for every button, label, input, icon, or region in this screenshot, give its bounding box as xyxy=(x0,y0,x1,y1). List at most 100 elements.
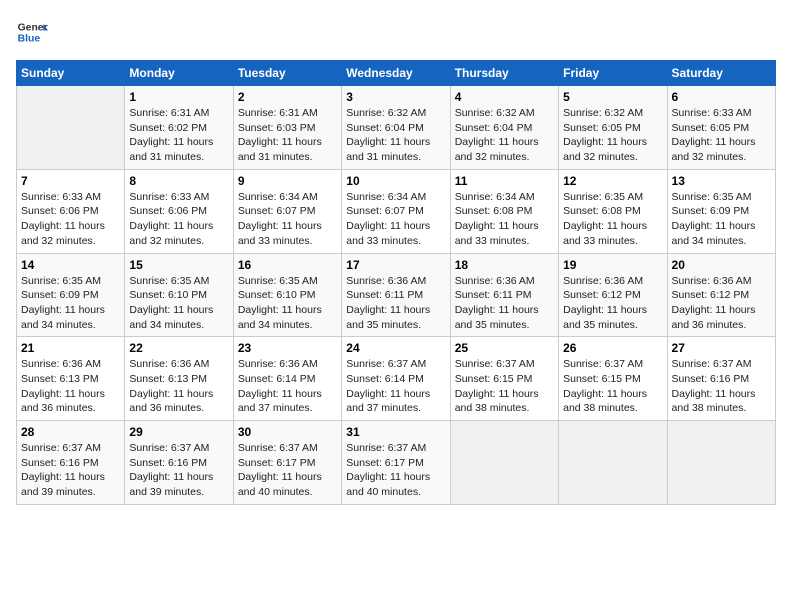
day-number: 9 xyxy=(238,174,337,188)
day-detail: Sunrise: 6:35 AM Sunset: 6:10 PM Dayligh… xyxy=(129,274,228,333)
calendar-cell: 25Sunrise: 6:37 AM Sunset: 6:15 PM Dayli… xyxy=(450,337,558,421)
calendar-cell: 26 Sunrise: 6:37 AM Sunset: 6:15 PM Dayli… xyxy=(559,337,667,421)
day-detail: Sunrise: 6:31 AM Sunset: 6:03 PM Dayligh… xyxy=(238,106,337,165)
day-detail: Sunrise: 6:36 AM Sunset: 6:13 PM Dayligh… xyxy=(129,357,228,416)
day-detail: Sunrise: 6:36 AM Sunset: 6:13 PM Dayligh… xyxy=(21,357,120,416)
day-number: 10 xyxy=(346,174,445,188)
day-number: 6 xyxy=(672,90,771,104)
day-detail: Sunrise: 6:34 AM Sunset: 6:07 PM Dayligh… xyxy=(238,190,337,249)
calendar-cell xyxy=(450,421,558,505)
calendar-cell: 6 Sunrise: 6:33 AM Sunset: 6:05 PM Daylig… xyxy=(667,86,775,170)
day-detail: Sunrise: 6:33 AM Sunset: 6:05 PM Dayligh… xyxy=(672,106,771,165)
day-number: 7 xyxy=(21,174,120,188)
calendar-cell: 3 Sunrise: 6:32 AM Sunset: 6:04 PM Daylig… xyxy=(342,86,450,170)
day-detail: Sunrise: 6:32 AM Sunset: 6:05 PM Dayligh… xyxy=(563,106,662,165)
day-number: 13 xyxy=(672,174,771,188)
day-number: 15 xyxy=(129,258,228,272)
calendar-week-4: 21Sunrise: 6:36 AM Sunset: 6:13 PM Dayli… xyxy=(17,337,776,421)
calendar-cell: 17 Sunrise: 6:36 AM Sunset: 6:11 PM Dayli… xyxy=(342,253,450,337)
calendar-week-1: 1 Sunrise: 6:31 AM Sunset: 6:02 PM Daylig… xyxy=(17,86,776,170)
day-detail: Sunrise: 6:34 AM Sunset: 6:08 PM Dayligh… xyxy=(455,190,554,249)
day-detail: Sunrise: 6:33 AM Sunset: 6:06 PM Dayligh… xyxy=(21,190,120,249)
calendar-cell: 18Sunrise: 6:36 AM Sunset: 6:11 PM Dayli… xyxy=(450,253,558,337)
day-number: 16 xyxy=(238,258,337,272)
day-detail: Sunrise: 6:31 AM Sunset: 6:02 PM Dayligh… xyxy=(129,106,228,165)
calendar-cell xyxy=(667,421,775,505)
day-number: 28 xyxy=(21,425,120,439)
day-detail: Sunrise: 6:37 AM Sunset: 6:16 PM Dayligh… xyxy=(21,441,120,500)
day-detail: Sunrise: 6:37 AM Sunset: 6:16 PM Dayligh… xyxy=(672,357,771,416)
col-header-thursday: Thursday xyxy=(450,61,558,86)
day-number: 20 xyxy=(672,258,771,272)
calendar-cell: 1 Sunrise: 6:31 AM Sunset: 6:02 PM Daylig… xyxy=(125,86,233,170)
logo-icon: General Blue xyxy=(16,16,48,48)
svg-text:Blue: Blue xyxy=(18,34,41,45)
day-detail: Sunrise: 6:32 AM Sunset: 6:04 PM Dayligh… xyxy=(346,106,445,165)
day-number: 2 xyxy=(238,90,337,104)
calendar-cell: 19 Sunrise: 6:36 AM Sunset: 6:12 PM Dayli… xyxy=(559,253,667,337)
day-number: 3 xyxy=(346,90,445,104)
day-detail: Sunrise: 6:37 AM Sunset: 6:15 PM Dayligh… xyxy=(563,357,662,416)
col-header-friday: Friday xyxy=(559,61,667,86)
day-number: 11 xyxy=(455,174,554,188)
calendar-cell: 20 Sunrise: 6:36 AM Sunset: 6:12 PM Dayli… xyxy=(667,253,775,337)
calendar-cell: 15 Sunrise: 6:35 AM Sunset: 6:10 PM Dayli… xyxy=(125,253,233,337)
calendar-cell: 28 Sunrise: 6:37 AM Sunset: 6:16 PM Dayli… xyxy=(17,421,125,505)
day-number: 31 xyxy=(346,425,445,439)
day-number: 29 xyxy=(129,425,228,439)
day-detail: Sunrise: 6:36 AM Sunset: 6:12 PM Dayligh… xyxy=(563,274,662,333)
calendar-cell: 22Sunrise: 6:36 AM Sunset: 6:13 PM Dayli… xyxy=(125,337,233,421)
day-number: 14 xyxy=(21,258,120,272)
calendar-cell: 23 Sunrise: 6:36 AM Sunset: 6:14 PM Dayli… xyxy=(233,337,341,421)
day-detail: Sunrise: 6:35 AM Sunset: 6:10 PM Dayligh… xyxy=(238,274,337,333)
day-detail: Sunrise: 6:32 AM Sunset: 6:04 PM Dayligh… xyxy=(455,106,554,165)
calendar-cell: 2 Sunrise: 6:31 AM Sunset: 6:03 PM Daylig… xyxy=(233,86,341,170)
day-detail: Sunrise: 6:35 AM Sunset: 6:09 PM Dayligh… xyxy=(672,190,771,249)
day-detail: Sunrise: 6:37 AM Sunset: 6:15 PM Dayligh… xyxy=(455,357,554,416)
day-detail: Sunrise: 6:37 AM Sunset: 6:17 PM Dayligh… xyxy=(238,441,337,500)
page-header: General Blue xyxy=(16,16,776,48)
calendar-header-row: SundayMondayTuesdayWednesdayThursdayFrid… xyxy=(17,61,776,86)
calendar-cell: 9 Sunrise: 6:34 AM Sunset: 6:07 PM Daylig… xyxy=(233,169,341,253)
calendar-cell: 10 Sunrise: 6:34 AM Sunset: 6:07 PM Dayli… xyxy=(342,169,450,253)
day-detail: Sunrise: 6:36 AM Sunset: 6:12 PM Dayligh… xyxy=(672,274,771,333)
calendar-cell: 5 Sunrise: 6:32 AM Sunset: 6:05 PM Daylig… xyxy=(559,86,667,170)
col-header-monday: Monday xyxy=(125,61,233,86)
calendar-cell: 12 Sunrise: 6:35 AM Sunset: 6:08 PM Dayli… xyxy=(559,169,667,253)
day-number: 23 xyxy=(238,341,337,355)
calendar-cell: 8Sunrise: 6:33 AM Sunset: 6:06 PM Daylig… xyxy=(125,169,233,253)
calendar-table: SundayMondayTuesdayWednesdayThursdayFrid… xyxy=(16,60,776,505)
calendar-cell xyxy=(559,421,667,505)
calendar-week-5: 28 Sunrise: 6:37 AM Sunset: 6:16 PM Dayli… xyxy=(17,421,776,505)
day-number: 17 xyxy=(346,258,445,272)
day-number: 4 xyxy=(455,90,554,104)
day-detail: Sunrise: 6:33 AM Sunset: 6:06 PM Dayligh… xyxy=(129,190,228,249)
calendar-week-3: 14Sunrise: 6:35 AM Sunset: 6:09 PM Dayli… xyxy=(17,253,776,337)
day-number: 1 xyxy=(129,90,228,104)
day-detail: Sunrise: 6:34 AM Sunset: 6:07 PM Dayligh… xyxy=(346,190,445,249)
day-number: 24 xyxy=(346,341,445,355)
day-detail: Sunrise: 6:36 AM Sunset: 6:11 PM Dayligh… xyxy=(455,274,554,333)
col-header-saturday: Saturday xyxy=(667,61,775,86)
day-number: 26 xyxy=(563,341,662,355)
logo: General Blue xyxy=(16,16,48,48)
day-number: 19 xyxy=(563,258,662,272)
day-number: 5 xyxy=(563,90,662,104)
calendar-cell: 11 Sunrise: 6:34 AM Sunset: 6:08 PM Dayli… xyxy=(450,169,558,253)
calendar-cell: 7 Sunrise: 6:33 AM Sunset: 6:06 PM Daylig… xyxy=(17,169,125,253)
calendar-cell: 13 Sunrise: 6:35 AM Sunset: 6:09 PM Dayli… xyxy=(667,169,775,253)
calendar-cell: 31Sunrise: 6:37 AM Sunset: 6:17 PM Dayli… xyxy=(342,421,450,505)
calendar-cell xyxy=(17,86,125,170)
day-detail: Sunrise: 6:35 AM Sunset: 6:08 PM Dayligh… xyxy=(563,190,662,249)
calendar-cell: 14Sunrise: 6:35 AM Sunset: 6:09 PM Dayli… xyxy=(17,253,125,337)
calendar-cell: 29 Sunrise: 6:37 AM Sunset: 6:16 PM Dayli… xyxy=(125,421,233,505)
day-detail: Sunrise: 6:37 AM Sunset: 6:16 PM Dayligh… xyxy=(129,441,228,500)
day-number: 30 xyxy=(238,425,337,439)
calendar-cell: 30 Sunrise: 6:37 AM Sunset: 6:17 PM Dayli… xyxy=(233,421,341,505)
day-detail: Sunrise: 6:36 AM Sunset: 6:14 PM Dayligh… xyxy=(238,357,337,416)
day-number: 27 xyxy=(672,341,771,355)
col-header-sunday: Sunday xyxy=(17,61,125,86)
day-detail: Sunrise: 6:36 AM Sunset: 6:11 PM Dayligh… xyxy=(346,274,445,333)
calendar-cell: 24Sunrise: 6:37 AM Sunset: 6:14 PM Dayli… xyxy=(342,337,450,421)
day-number: 12 xyxy=(563,174,662,188)
